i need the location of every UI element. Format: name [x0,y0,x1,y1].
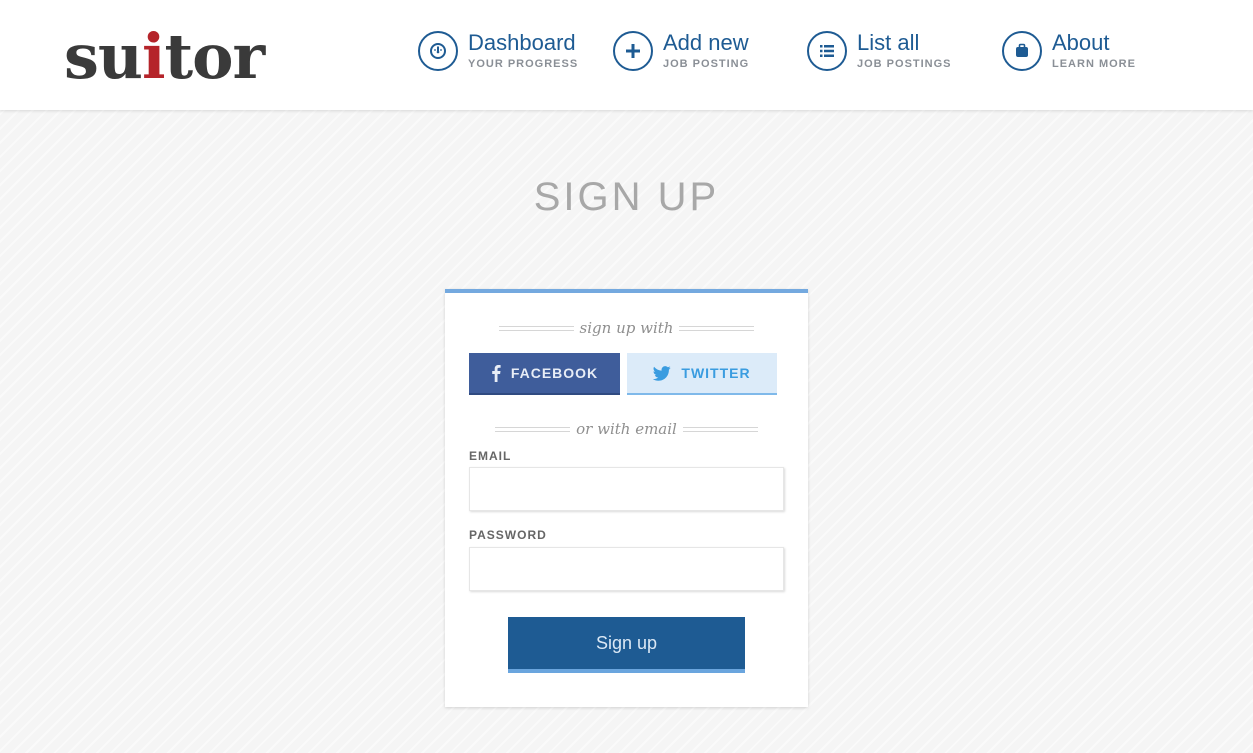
nav-add-new[interactable]: Add new JOB POSTING [613,31,749,73]
logo-tie-letter: i [141,20,166,93]
email-label: EMAIL [469,449,512,463]
page-title: SIGN UP [533,175,720,219]
facebook-signup-button[interactable]: FACEBOOK [469,353,620,395]
signup-card: sign up with FACEBOOK TWITTER or with em… [445,289,808,707]
nav-dashboard[interactable]: Dashboard YOUR PROGRESS [418,31,578,73]
top-header: suitor Dashboard YOUR PROGRESS Add new J… [0,0,1253,110]
twitter-signup-button[interactable]: TWITTER [627,353,777,395]
briefcase-icon [1002,31,1042,71]
twitter-bird-icon [653,365,672,381]
password-field[interactable] [469,547,784,591]
twitter-label: TWITTER [681,365,751,381]
divider-rule-right [682,426,758,432]
nav-add-new-title: Add new [663,30,749,55]
divider-rule-left [498,325,574,331]
nav-list-all-subtitle: JOB POSTINGS [857,58,952,70]
logo-text-suffix: tor [164,20,266,93]
nav-add-new-subtitle: JOB POSTING [663,58,750,70]
nav-about-subtitle: LEARN MORE [1052,58,1136,70]
email-divider: or with email [445,420,808,438]
password-label: PASSWORD [469,528,547,542]
email-divider-text: or with email [576,420,677,438]
plus-icon [613,31,653,71]
nav-about[interactable]: About LEARN MORE [1002,31,1136,73]
social-divider: sign up with [445,319,808,337]
nav-list-all-title: List all [857,30,920,55]
divider-rule-right [679,325,755,331]
list-icon [807,31,847,71]
divider-rule-left [495,426,571,432]
nav-list-all[interactable]: List all JOB POSTINGS [807,31,952,73]
email-field[interactable] [469,467,784,511]
signup-submit-button[interactable]: Sign up [508,617,745,673]
social-divider-text: sign up with [579,319,674,337]
nav-dashboard-title: Dashboard [468,30,576,55]
dashboard-gauge-icon [418,31,458,71]
facebook-icon [491,364,501,382]
nav-dashboard-subtitle: YOUR PROGRESS [468,58,579,70]
nav-about-title: About [1052,30,1110,55]
suitor-logo[interactable]: suitor [64,20,266,93]
logo-text-prefix: su [64,20,143,93]
facebook-label: FACEBOOK [510,365,599,381]
